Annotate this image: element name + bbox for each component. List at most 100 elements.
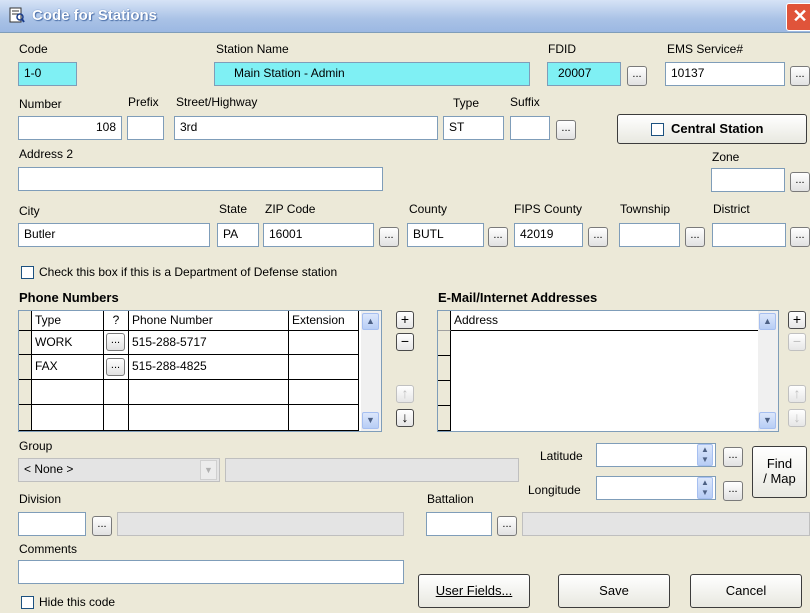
add-phone-button[interactable]: +: [396, 311, 414, 329]
suffix-field[interactable]: [510, 116, 550, 140]
prefix-field[interactable]: [127, 116, 164, 140]
phone-type-cell[interactable]: WORK: [32, 331, 104, 355]
add-email-button[interactable]: +: [788, 311, 806, 329]
zone-field[interactable]: [711, 168, 785, 192]
row-header[interactable]: [19, 355, 32, 380]
scroll-up-arrow[interactable]: ▲: [759, 313, 776, 330]
zip-lookup-button[interactable]: ...: [379, 227, 399, 247]
ems-service-lookup-button[interactable]: ...: [790, 66, 810, 86]
row-header[interactable]: [438, 381, 451, 406]
phone-number-cell[interactable]: [129, 380, 289, 405]
user-fields-button[interactable]: User Fields...: [418, 574, 530, 608]
code-field[interactable]: 1-0: [18, 62, 77, 86]
latitude-spinner[interactable]: ▲ ▼: [697, 444, 713, 466]
move-email-down-button[interactable]: ↓: [788, 409, 806, 427]
hide-code-checkbox[interactable]: [21, 596, 34, 609]
row-header[interactable]: [19, 380, 32, 405]
division-field[interactable]: [18, 512, 86, 536]
phone-type-cell[interactable]: [32, 380, 104, 405]
central-station-toggle[interactable]: Central Station: [617, 114, 807, 144]
save-button[interactable]: Save: [558, 574, 670, 608]
district-lookup-button[interactable]: ...: [790, 227, 810, 247]
phone-type-lookup-button[interactable]: ...: [106, 358, 125, 376]
row-header[interactable]: [19, 405, 32, 431]
fdid-field[interactable]: 20007: [547, 62, 621, 86]
column-header-phone-number[interactable]: Phone Number: [129, 311, 289, 331]
phone-extension-cell[interactable]: [289, 355, 359, 380]
column-header-type[interactable]: Type: [32, 311, 104, 331]
longitude-spinner[interactable]: ▲ ▼: [697, 477, 713, 499]
zip-label: ZIP Code: [265, 202, 316, 216]
township-label: Township: [620, 202, 671, 216]
phone-type-lookup-button[interactable]: ...: [106, 333, 125, 351]
group-select[interactable]: < None >: [18, 458, 220, 482]
state-field[interactable]: PA: [217, 223, 259, 247]
row-header[interactable]: [438, 406, 451, 431]
dod-checkbox-label: Check this box if this is a Department o…: [39, 265, 338, 279]
move-email-up-button[interactable]: ↑: [788, 385, 806, 403]
zip-field[interactable]: 16001: [263, 223, 374, 247]
find-map-label-line2: / Map: [763, 471, 796, 486]
find-map-button[interactable]: Find / Map: [752, 446, 807, 498]
suffix-label: Suffix: [510, 95, 540, 109]
latitude-label: Latitude: [540, 449, 583, 463]
number-field[interactable]: 108: [18, 116, 122, 140]
email-grid-scrollbar[interactable]: ▲ ▼: [758, 311, 778, 431]
code-book-icon: [9, 7, 25, 23]
column-header-extension[interactable]: Extension: [289, 311, 359, 331]
scroll-down-arrow[interactable]: ▼: [759, 412, 776, 429]
phone-number-cell[interactable]: 515-288-5717: [129, 331, 289, 355]
fips-county-lookup-button[interactable]: ...: [588, 227, 608, 247]
move-phone-up-button[interactable]: ↑: [396, 385, 414, 403]
column-header-question[interactable]: ?: [104, 311, 129, 331]
fdid-lookup-button[interactable]: ...: [627, 66, 647, 86]
street-field[interactable]: 3rd: [174, 116, 438, 140]
township-lookup-button[interactable]: ...: [685, 227, 705, 247]
move-phone-down-button[interactable]: ↓: [396, 409, 414, 427]
phone-extension-cell[interactable]: [289, 405, 359, 431]
phone-number-cell[interactable]: 515-288-4825: [129, 355, 289, 380]
latitude-lookup-button[interactable]: ...: [723, 447, 743, 467]
dod-checkbox[interactable]: [21, 266, 34, 279]
central-station-checkbox[interactable]: [651, 123, 664, 136]
phone-lookup-cell[interactable]: [104, 405, 129, 431]
county-lookup-button[interactable]: ...: [488, 227, 508, 247]
comments-field[interactable]: [18, 560, 404, 584]
battalion-field[interactable]: [426, 512, 492, 536]
address2-field[interactable]: [18, 167, 383, 191]
phone-type-cell[interactable]: FAX: [32, 355, 104, 380]
zone-lookup-button[interactable]: ...: [790, 172, 810, 192]
column-header-address[interactable]: Address: [451, 311, 758, 331]
street-lookup-button[interactable]: ...: [556, 120, 576, 140]
district-field[interactable]: [712, 223, 786, 247]
phone-number-cell[interactable]: [129, 405, 289, 431]
remove-email-button[interactable]: −: [788, 333, 806, 351]
division-lookup-button[interactable]: ...: [92, 516, 112, 536]
township-field[interactable]: [619, 223, 680, 247]
phone-grid-scrollbar[interactable]: ▲ ▼: [361, 311, 381, 431]
battalion-lookup-button[interactable]: ...: [497, 516, 517, 536]
number-label: Number: [19, 97, 62, 111]
window: Code for Stations ✕ Code 1-0 Station Nam…: [0, 0, 810, 613]
code-label: Code: [19, 42, 48, 56]
longitude-lookup-button[interactable]: ...: [723, 481, 743, 501]
row-header[interactable]: [19, 331, 32, 355]
city-field[interactable]: Butler: [18, 223, 210, 247]
station-name-field[interactable]: Main Station - Admin: [214, 62, 530, 86]
fips-county-field[interactable]: 42019: [514, 223, 583, 247]
phone-type-cell[interactable]: [32, 405, 104, 431]
scroll-up-arrow[interactable]: ▲: [362, 313, 379, 330]
row-header[interactable]: [438, 356, 451, 381]
chevron-down-icon[interactable]: ▼: [200, 460, 217, 480]
phone-extension-cell[interactable]: [289, 331, 359, 355]
phone-lookup-cell[interactable]: [104, 380, 129, 405]
cancel-button[interactable]: Cancel: [690, 574, 802, 608]
row-header[interactable]: [438, 331, 451, 356]
scroll-down-arrow[interactable]: ▼: [362, 412, 379, 429]
ems-service-field[interactable]: 10137: [665, 62, 785, 86]
phone-extension-cell[interactable]: [289, 380, 359, 405]
county-field[interactable]: BUTL: [407, 223, 484, 247]
type-field[interactable]: ST: [443, 116, 504, 140]
remove-phone-button[interactable]: −: [396, 333, 414, 351]
close-button[interactable]: ✕: [786, 3, 810, 31]
